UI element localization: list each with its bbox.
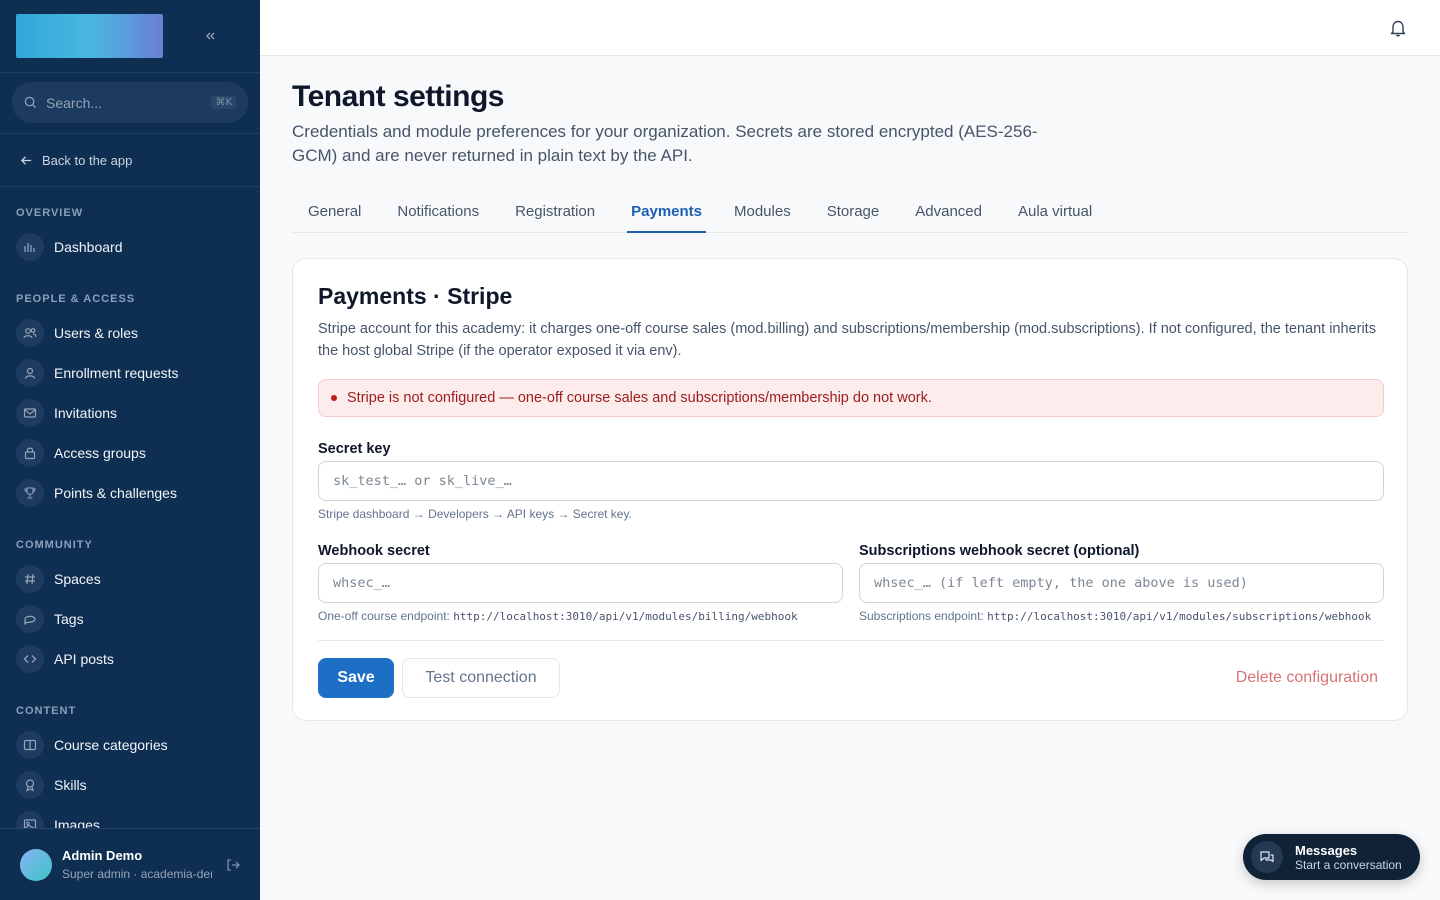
sidebar-item-users-roles[interactable]: Users & roles bbox=[0, 313, 260, 353]
subscriptions-webhook-input[interactable] bbox=[859, 563, 1384, 603]
sidebar-item-tags[interactable]: Tags bbox=[0, 599, 260, 639]
subscriptions-webhook-label: Subscriptions webhook secret (optional) bbox=[859, 543, 1140, 559]
messages-title: Messages bbox=[1295, 842, 1358, 858]
users-icon bbox=[16, 319, 44, 347]
divider bbox=[318, 640, 1384, 641]
sidebar-item-dashboard[interactable]: Dashboard bbox=[0, 227, 260, 267]
sidebar-search-input[interactable]: Search... ⌘K bbox=[12, 82, 248, 123]
user-name: Admin Demo bbox=[62, 848, 143, 863]
user-profile[interactable]: Admin Demo Super admin · academia-demo bbox=[0, 828, 260, 900]
sidebar-item-label: Dashboard bbox=[54, 239, 123, 255]
mail-icon bbox=[16, 399, 44, 427]
section-community: COMMUNITY bbox=[16, 539, 93, 551]
chat-bubble-icon bbox=[16, 605, 44, 633]
test-connection-button[interactable]: Test connection bbox=[402, 658, 560, 698]
arrow-left-icon bbox=[20, 155, 32, 165]
user-icon bbox=[16, 359, 44, 387]
page-description: Credentials and module preferences for y… bbox=[292, 122, 1038, 165]
tab-advanced[interactable]: Advanced bbox=[899, 192, 998, 233]
sidebar-item-enrollment-requests[interactable]: Enrollment requests bbox=[0, 353, 260, 393]
user-role: Super admin · academia-demo bbox=[62, 867, 212, 881]
sidebar: Search... ⌘K Back to the app OVERVIEW Da… bbox=[0, 0, 260, 900]
search-icon bbox=[24, 96, 37, 109]
sidebar-item-label: Skills bbox=[54, 777, 87, 793]
sidebar-search-container: Search... ⌘K bbox=[0, 73, 260, 134]
award-icon bbox=[16, 771, 44, 799]
card-title: Payments · Stripe bbox=[318, 283, 513, 309]
hash-icon bbox=[16, 565, 44, 593]
tab-modules[interactable]: Modules bbox=[718, 192, 807, 233]
settings-tabs: General Notifications Registration Payme… bbox=[292, 192, 1408, 233]
collapse-sidebar-icon[interactable] bbox=[200, 26, 220, 46]
stripe-settings-card: Payments · Stripe Stripe account for thi… bbox=[292, 258, 1408, 721]
section-content: CONTENT bbox=[16, 705, 77, 717]
tab-aula-virtual[interactable]: Aula virtual bbox=[1002, 192, 1108, 233]
sidebar-item-label: Access groups bbox=[54, 445, 146, 461]
subscriptions-endpoint-hint: Subscriptions endpoint: http://localhost… bbox=[859, 609, 1371, 623]
bell-icon[interactable] bbox=[1388, 18, 1408, 38]
hint-prefix: Subscriptions endpoint: bbox=[859, 609, 984, 623]
back-label: Back to the app bbox=[42, 152, 133, 168]
sidebar-item-api-posts[interactable]: API posts bbox=[0, 639, 260, 679]
billing-webhook-url: http://localhost:3010/api/v1/modules/bil… bbox=[453, 610, 798, 623]
messages-subtitle: Start a conversation bbox=[1295, 857, 1402, 872]
card-description: Stripe account for this academy: it char… bbox=[318, 321, 1376, 359]
page-title: Tenant settings bbox=[292, 80, 504, 113]
hint-prefix: One-off course endpoint: bbox=[318, 609, 450, 623]
secret-key-hint: Stripe dashboard → Developers → API keys… bbox=[318, 507, 632, 521]
tab-registration[interactable]: Registration bbox=[499, 192, 611, 233]
webhook-secret-label: Webhook secret bbox=[318, 543, 430, 559]
sidebar-item-course-categories[interactable]: Course categories bbox=[0, 725, 260, 765]
sidebar-item-label: Course categories bbox=[54, 737, 168, 753]
back-to-app-link[interactable]: Back to the app bbox=[0, 134, 260, 187]
sidebar-item-skills[interactable]: Skills bbox=[0, 765, 260, 805]
subscriptions-webhook-url: http://localhost:3010/api/v1/modules/sub… bbox=[987, 610, 1372, 623]
alert-dot-icon bbox=[331, 395, 337, 401]
book-icon bbox=[16, 731, 44, 759]
sidebar-item-invitations[interactable]: Invitations bbox=[0, 393, 260, 433]
section-overview: OVERVIEW bbox=[16, 207, 84, 219]
code-icon bbox=[16, 645, 44, 673]
chat-icon bbox=[1251, 841, 1283, 873]
sidebar-item-label: Users & roles bbox=[54, 325, 139, 341]
webhook-secret-input[interactable] bbox=[318, 563, 843, 603]
tab-notifications[interactable]: Notifications bbox=[381, 192, 495, 233]
tab-payments[interactable]: Payments bbox=[627, 192, 706, 233]
sidebar-item-points-challenges[interactable]: Points & challenges bbox=[0, 473, 260, 513]
lock-icon bbox=[16, 439, 44, 467]
tab-storage[interactable]: Storage bbox=[811, 192, 896, 233]
save-button[interactable]: Save bbox=[318, 658, 394, 698]
section-people-access: PEOPLE & ACCESS bbox=[16, 293, 136, 305]
tab-general[interactable]: General bbox=[292, 192, 377, 233]
sidebar-item-label: Enrollment requests bbox=[54, 365, 179, 381]
search-placeholder: Search... bbox=[46, 94, 103, 111]
brand-logo[interactable] bbox=[16, 14, 163, 58]
sidebar-item-label: API posts bbox=[54, 651, 114, 667]
avatar[interactable] bbox=[20, 848, 52, 881]
top-bar bbox=[260, 0, 1440, 56]
search-shortcut-badge: ⌘K bbox=[211, 96, 236, 109]
sidebar-item-spaces[interactable]: Spaces bbox=[0, 559, 260, 599]
bar-chart-icon bbox=[16, 233, 44, 261]
alert-text: Stripe is not configured — one-off cours… bbox=[347, 390, 932, 406]
sidebar-item-label: Spaces bbox=[54, 571, 101, 587]
messages-widget[interactable]: Messages Start a conversation bbox=[1243, 834, 1420, 880]
webhook-endpoint-hint: One-off course endpoint: http://localhos… bbox=[318, 609, 798, 623]
sidebar-item-access-groups[interactable]: Access groups bbox=[0, 433, 260, 473]
sidebar-item-label: Invitations bbox=[54, 405, 118, 421]
not-configured-alert: Stripe is not configured — one-off cours… bbox=[318, 379, 1384, 417]
secret-key-input[interactable] bbox=[318, 461, 1384, 501]
logout-icon[interactable] bbox=[225, 857, 241, 873]
trophy-icon bbox=[16, 479, 44, 507]
delete-configuration-button[interactable]: Delete configuration bbox=[1198, 658, 1378, 698]
sidebar-header bbox=[0, 0, 260, 73]
sidebar-item-label: Points & challenges bbox=[54, 485, 177, 501]
secret-key-label: Secret key bbox=[318, 441, 391, 457]
sidebar-item-label: Tags bbox=[54, 611, 84, 627]
